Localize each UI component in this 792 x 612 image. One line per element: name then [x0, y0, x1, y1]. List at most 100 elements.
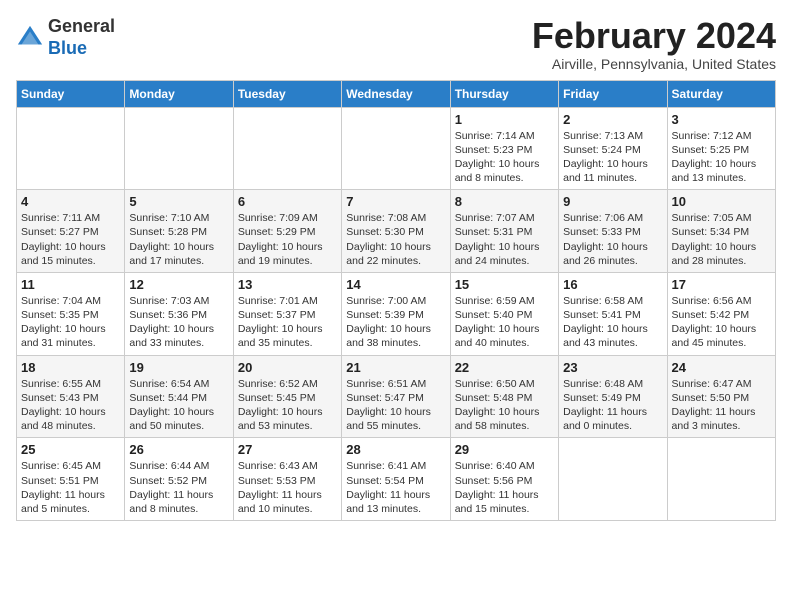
day-cell: 19 Sunrise: 6:54 AMSunset: 5:44 PMDayligh…: [125, 355, 233, 438]
day-info: Sunrise: 6:55 AMSunset: 5:43 PMDaylight:…: [21, 377, 120, 434]
weekday-header-saturday: Saturday: [667, 80, 775, 107]
weekday-header-tuesday: Tuesday: [233, 80, 341, 107]
day-cell: 6 Sunrise: 7:09 AMSunset: 5:29 PMDaylight…: [233, 190, 341, 273]
day-info: Sunrise: 6:45 AMSunset: 5:51 PMDaylight:…: [21, 459, 120, 516]
day-cell: 18 Sunrise: 6:55 AMSunset: 5:43 PMDayligh…: [17, 355, 125, 438]
day-info: Sunrise: 6:41 AMSunset: 5:54 PMDaylight:…: [346, 459, 445, 516]
day-number: 7: [346, 194, 445, 209]
calendar-header: SundayMondayTuesdayWednesdayThursdayFrid…: [17, 80, 776, 107]
day-info: Sunrise: 7:11 AMSunset: 5:27 PMDaylight:…: [21, 211, 120, 268]
day-cell: 20 Sunrise: 6:52 AMSunset: 5:45 PMDayligh…: [233, 355, 341, 438]
day-number: 17: [672, 277, 771, 292]
day-number: 15: [455, 277, 554, 292]
day-info: Sunrise: 6:52 AMSunset: 5:45 PMDaylight:…: [238, 377, 337, 434]
day-number: 27: [238, 442, 337, 457]
day-number: 13: [238, 277, 337, 292]
day-number: 22: [455, 360, 554, 375]
day-number: 19: [129, 360, 228, 375]
day-cell: 29 Sunrise: 6:40 AMSunset: 5:56 PMDayligh…: [450, 438, 558, 521]
day-cell: 9 Sunrise: 7:06 AMSunset: 5:33 PMDaylight…: [559, 190, 667, 273]
day-info: Sunrise: 7:04 AMSunset: 5:35 PMDaylight:…: [21, 294, 120, 351]
day-number: 1: [455, 112, 554, 127]
day-info: Sunrise: 7:08 AMSunset: 5:30 PMDaylight:…: [346, 211, 445, 268]
day-cell: 17 Sunrise: 6:56 AMSunset: 5:42 PMDayligh…: [667, 272, 775, 355]
day-number: 3: [672, 112, 771, 127]
day-number: 6: [238, 194, 337, 209]
day-number: 12: [129, 277, 228, 292]
day-cell: 5 Sunrise: 7:10 AMSunset: 5:28 PMDaylight…: [125, 190, 233, 273]
day-info: Sunrise: 6:59 AMSunset: 5:40 PMDaylight:…: [455, 294, 554, 351]
day-info: Sunrise: 7:03 AMSunset: 5:36 PMDaylight:…: [129, 294, 228, 351]
day-info: Sunrise: 7:09 AMSunset: 5:29 PMDaylight:…: [238, 211, 337, 268]
day-info: Sunrise: 7:00 AMSunset: 5:39 PMDaylight:…: [346, 294, 445, 351]
day-cell: 27Sunrise: 6:43 AMSunset: 5:53 PMDayligh…: [233, 438, 341, 521]
day-number: 28: [346, 442, 445, 457]
day-info: Sunrise: 6:40 AMSunset: 5:56 PMDaylight:…: [455, 459, 554, 516]
day-cell: 7 Sunrise: 7:08 AMSunset: 5:30 PMDaylight…: [342, 190, 450, 273]
day-number: 4: [21, 194, 120, 209]
week-row-3: 18 Sunrise: 6:55 AMSunset: 5:43 PMDayligh…: [17, 355, 776, 438]
day-cell: [233, 107, 341, 190]
day-info: Sunrise: 6:47 AMSunset: 5:50 PMDaylight:…: [672, 377, 771, 434]
logo: General Blue: [16, 16, 115, 59]
title-area: February 2024 Airville, Pennsylvania, Un…: [532, 16, 776, 72]
week-row-0: 1Sunrise: 7:14 AMSunset: 5:23 PMDaylight…: [17, 107, 776, 190]
day-info: Sunrise: 6:58 AMSunset: 5:41 PMDaylight:…: [563, 294, 662, 351]
day-cell: [125, 107, 233, 190]
day-number: 2: [563, 112, 662, 127]
day-info: Sunrise: 7:05 AMSunset: 5:34 PMDaylight:…: [672, 211, 771, 268]
day-cell: [667, 438, 775, 521]
day-cell: 11 Sunrise: 7:04 AMSunset: 5:35 PMDayligh…: [17, 272, 125, 355]
day-info: Sunrise: 7:10 AMSunset: 5:28 PMDaylight:…: [129, 211, 228, 268]
day-cell: [17, 107, 125, 190]
day-cell: 2 Sunrise: 7:13 AMSunset: 5:24 PMDaylight…: [559, 107, 667, 190]
day-info: Sunrise: 7:07 AMSunset: 5:31 PMDaylight:…: [455, 211, 554, 268]
day-cell: 26Sunrise: 6:44 AMSunset: 5:52 PMDayligh…: [125, 438, 233, 521]
day-cell: 4 Sunrise: 7:11 AMSunset: 5:27 PMDaylight…: [17, 190, 125, 273]
day-info: Sunrise: 7:06 AMSunset: 5:33 PMDaylight:…: [563, 211, 662, 268]
day-number: 20: [238, 360, 337, 375]
day-number: 16: [563, 277, 662, 292]
day-number: 23: [563, 360, 662, 375]
day-cell: 1Sunrise: 7:14 AMSunset: 5:23 PMDaylight…: [450, 107, 558, 190]
page-header: General Blue February 2024 Airville, Pen…: [16, 16, 776, 72]
day-number: 5: [129, 194, 228, 209]
day-number: 21: [346, 360, 445, 375]
logo-blue: Blue: [48, 38, 115, 60]
day-info: Sunrise: 6:44 AMSunset: 5:52 PMDaylight:…: [129, 459, 228, 516]
week-row-2: 11 Sunrise: 7:04 AMSunset: 5:35 PMDayligh…: [17, 272, 776, 355]
weekday-header-wednesday: Wednesday: [342, 80, 450, 107]
day-number: 18: [21, 360, 120, 375]
day-number: 29: [455, 442, 554, 457]
weekday-header-friday: Friday: [559, 80, 667, 107]
day-cell: 28 Sunrise: 6:41 AMSunset: 5:54 PMDayligh…: [342, 438, 450, 521]
day-info: Sunrise: 7:12 AMSunset: 5:25 PMDaylight:…: [672, 129, 771, 186]
day-number: 10: [672, 194, 771, 209]
day-cell: 8 Sunrise: 7:07 AMSunset: 5:31 PMDaylight…: [450, 190, 558, 273]
day-number: 25: [21, 442, 120, 457]
day-cell: 14Sunrise: 7:00 AMSunset: 5:39 PMDayligh…: [342, 272, 450, 355]
day-number: 11: [21, 277, 120, 292]
week-row-1: 4 Sunrise: 7:11 AMSunset: 5:27 PMDaylight…: [17, 190, 776, 273]
weekday-header-thursday: Thursday: [450, 80, 558, 107]
day-number: 9: [563, 194, 662, 209]
day-info: Sunrise: 7:13 AMSunset: 5:24 PMDaylight:…: [563, 129, 662, 186]
day-cell: 23Sunrise: 6:48 AMSunset: 5:49 PMDayligh…: [559, 355, 667, 438]
day-cell: [559, 438, 667, 521]
day-cell: 15 Sunrise: 6:59 AMSunset: 5:40 PMDayligh…: [450, 272, 558, 355]
day-info: Sunrise: 6:54 AMSunset: 5:44 PMDaylight:…: [129, 377, 228, 434]
day-cell: 12 Sunrise: 7:03 AMSunset: 5:36 PMDayligh…: [125, 272, 233, 355]
day-cell: 22 Sunrise: 6:50 AMSunset: 5:48 PMDayligh…: [450, 355, 558, 438]
day-cell: 3 Sunrise: 7:12 AMSunset: 5:25 PMDaylight…: [667, 107, 775, 190]
day-info: Sunrise: 6:50 AMSunset: 5:48 PMDaylight:…: [455, 377, 554, 434]
location: Airville, Pennsylvania, United States: [532, 56, 776, 72]
day-cell: 21 Sunrise: 6:51 AMSunset: 5:47 PMDayligh…: [342, 355, 450, 438]
week-row-4: 25 Sunrise: 6:45 AMSunset: 5:51 PMDayligh…: [17, 438, 776, 521]
weekday-header-row: SundayMondayTuesdayWednesdayThursdayFrid…: [17, 80, 776, 107]
day-info: Sunrise: 6:51 AMSunset: 5:47 PMDaylight:…: [346, 377, 445, 434]
day-info: Sunrise: 6:56 AMSunset: 5:42 PMDaylight:…: [672, 294, 771, 351]
day-number: 8: [455, 194, 554, 209]
logo-text: General Blue: [48, 16, 115, 59]
day-cell: [342, 107, 450, 190]
month-title: February 2024: [532, 16, 776, 56]
